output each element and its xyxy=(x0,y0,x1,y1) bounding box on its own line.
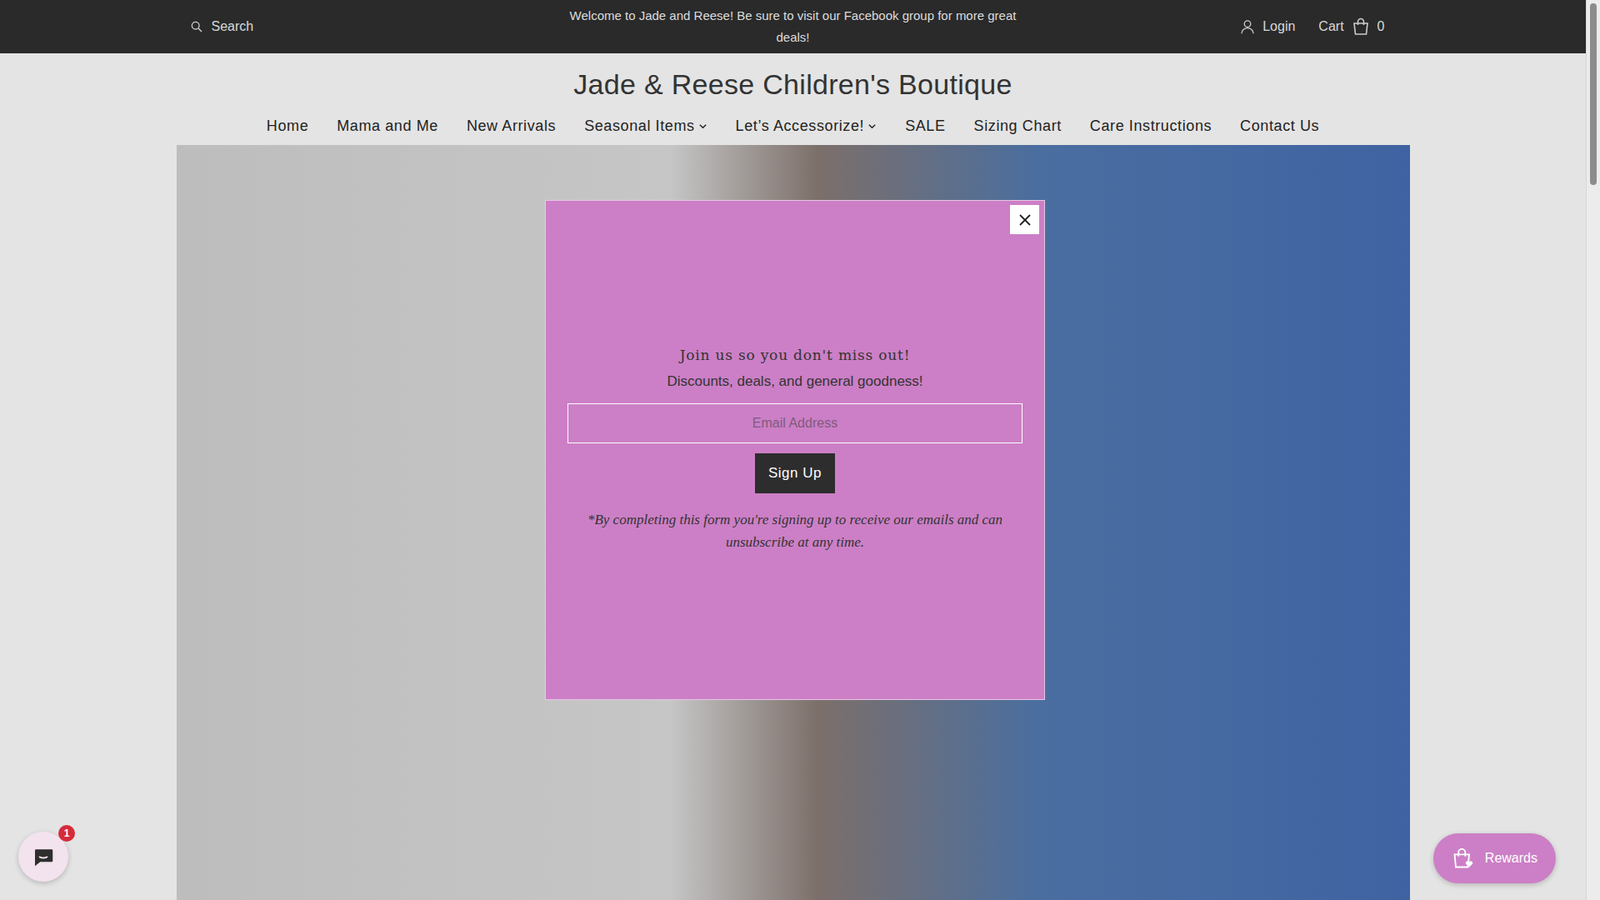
chevron-down-icon xyxy=(698,121,708,131)
chevron-down-icon xyxy=(867,121,877,131)
cart-count: 0 xyxy=(1377,19,1385,35)
announcement: Welcome to Jade and Reese! Be sure to vi… xyxy=(560,0,1027,54)
nav-item[interactable]: Home xyxy=(266,117,309,135)
nav-item[interactable]: New Arrivals xyxy=(466,117,556,135)
cart-link[interactable]: Cart 0 xyxy=(1318,16,1385,37)
rewards-button[interactable]: Rewards xyxy=(1433,833,1556,884)
chat-icon xyxy=(30,844,56,870)
popup-heading: Join us so you don't miss out! xyxy=(680,346,911,364)
account-links: Login Cart 0 xyxy=(1026,16,1410,37)
search[interactable] xyxy=(176,18,560,35)
store-title[interactable]: Jade & Reese Children's Boutique xyxy=(0,53,1586,111)
main-nav: Home Mama and Me New Arrivals Seasonal Item… xyxy=(0,110,1586,145)
sign-up-button[interactable]: Sign Up xyxy=(755,453,835,494)
bag-heart-icon xyxy=(1451,846,1475,870)
cart-label[interactable]: Cart xyxy=(1318,19,1344,35)
nav-item[interactable]: Seasonal Items xyxy=(584,117,707,135)
scrollbar-thumb[interactable] xyxy=(1590,3,1597,185)
top-bar: Welcome to Jade and Reese! Be sure to vi… xyxy=(0,0,1586,54)
search-icon xyxy=(190,20,204,34)
page: Welcome to Jade and Reese! Be sure to vi… xyxy=(0,0,1586,900)
nav-item[interactable]: SALE xyxy=(905,117,945,135)
login-link[interactable]: Login xyxy=(1239,18,1295,35)
email-input[interactable] xyxy=(567,403,1023,444)
bag-icon xyxy=(1350,16,1371,37)
rewards-label[interactable]: Rewards xyxy=(1485,850,1538,866)
signup-popup: Join us so you don't miss out! Discounts,… xyxy=(545,200,1045,700)
user-icon xyxy=(1239,18,1256,35)
nav-item[interactable]: Mama and Me xyxy=(336,117,439,135)
nav-item[interactable]: Care Instructions xyxy=(1090,117,1212,135)
close-button[interactable] xyxy=(1010,205,1040,235)
nav-item[interactable]: Contact Us xyxy=(1240,117,1320,135)
chat-badge: 1 xyxy=(58,825,75,842)
popup-disclaimer: *By completing this form you're signing … xyxy=(565,508,1025,554)
search-input[interactable] xyxy=(210,18,380,35)
nav-item[interactable]: Let’s Accessorize! xyxy=(735,117,878,135)
close-icon xyxy=(1017,212,1033,228)
popup-subheading: Discounts, deals, and general goodness! xyxy=(666,373,923,390)
scrollbar[interactable] xyxy=(1585,0,1600,900)
login-label[interactable]: Login xyxy=(1262,19,1295,35)
chat-button[interactable]: 1 xyxy=(18,831,69,882)
nav-item[interactable]: Sizing Chart xyxy=(974,117,1062,135)
